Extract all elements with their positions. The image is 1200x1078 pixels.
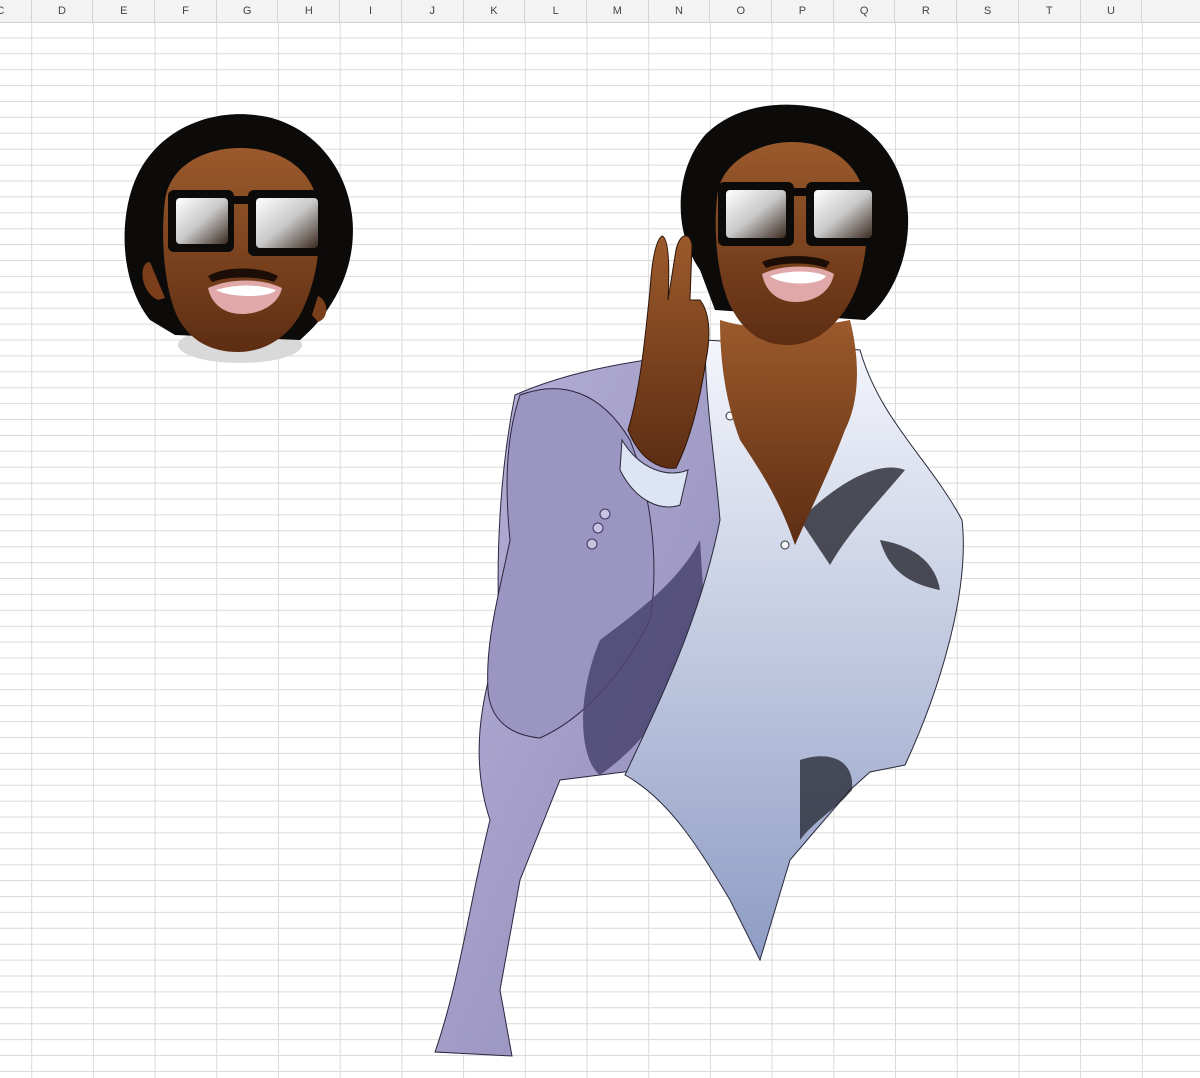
glasses-bridge — [230, 196, 252, 204]
sleeve-button — [586, 538, 598, 550]
glasses-lens-left — [726, 190, 786, 238]
shirt-button — [780, 540, 790, 550]
shirt-shadow — [800, 756, 853, 840]
small-portrait-head — [124, 114, 353, 363]
glasses-lens-right — [256, 198, 318, 248]
full-portrait-figure — [434, 104, 964, 1057]
sleeve-button — [592, 522, 604, 534]
glasses-lens-right — [814, 190, 872, 238]
illustration-layer — [124, 104, 964, 1057]
glasses-lens-left — [176, 198, 228, 244]
sleeve-button — [599, 508, 611, 520]
glasses-bridge — [790, 188, 810, 196]
spreadsheet-canvas: CDEFGHIJKLMNOPQRSTU — [0, 0, 1200, 1078]
